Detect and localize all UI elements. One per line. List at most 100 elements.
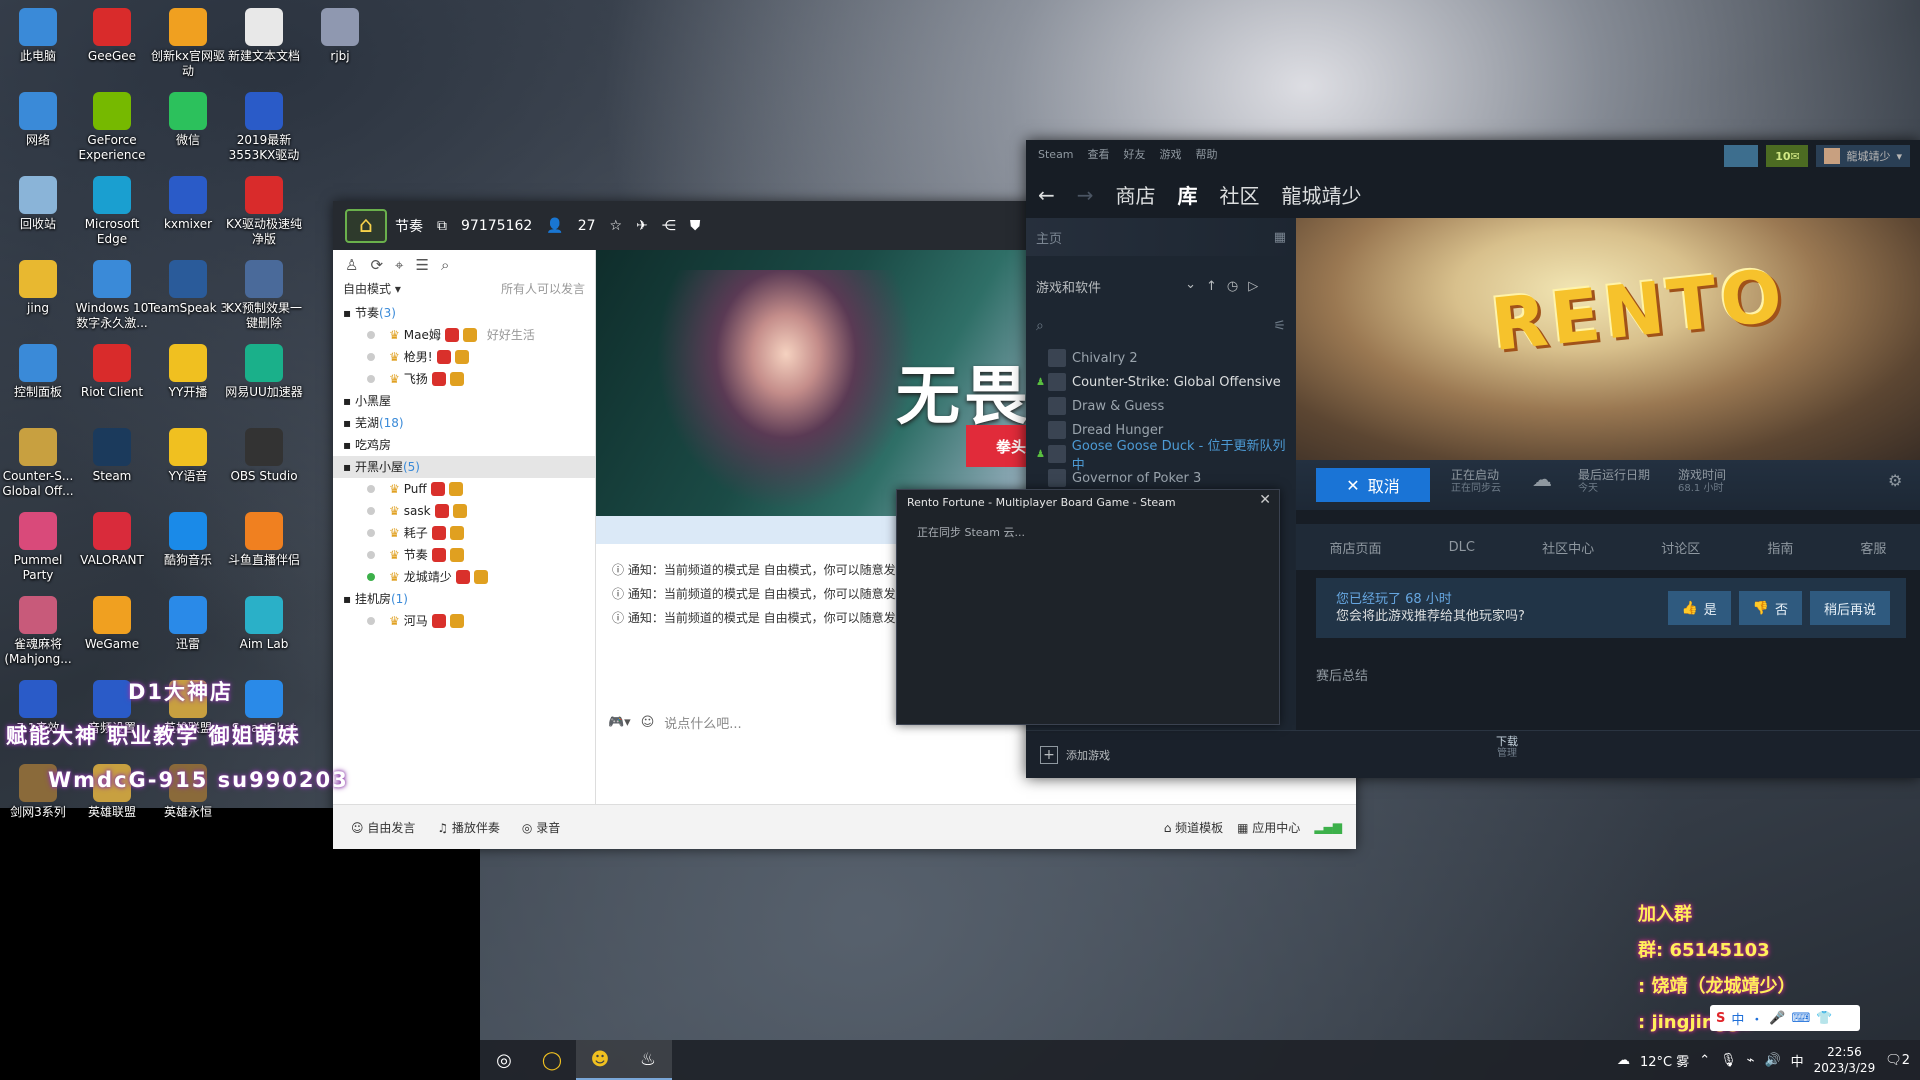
shield-icon[interactable]: ⛊	[690, 218, 701, 234]
steam-menu-item[interactable]: Steam	[1038, 148, 1074, 161]
star-icon[interactable]: ☆	[610, 218, 623, 234]
channel-user[interactable]: ♛ 节奏	[333, 544, 595, 566]
channel-user[interactable]: ♛ 耗子	[333, 522, 595, 544]
megaphone-icon[interactable]	[1724, 145, 1759, 167]
add-game-button[interactable]: 添加游戏	[1066, 747, 1110, 763]
desktop-icon[interactable]: kxmixer	[147, 176, 229, 232]
back-arrow-icon[interactable]: ←	[1038, 183, 1055, 207]
weather-icon[interactable]: ☁	[1617, 1053, 1630, 1068]
nav-store[interactable]: 商店	[1116, 180, 1156, 209]
desktop-icon[interactable]: 控制面板	[0, 344, 79, 400]
desktop-icon[interactable]: YY语音	[147, 428, 229, 484]
desktop-icon[interactable]: KX驱动极速纯净版	[223, 176, 305, 247]
yy-taskbar-icon[interactable]: ☻	[576, 1040, 624, 1080]
desktop-icon[interactable]: GeForce Experience	[71, 92, 153, 163]
library-game-item[interactable]: ♟ Counter-Strike: Global Offensive	[1026, 370, 1296, 394]
bottom-record-button[interactable]: ◎ 录音	[522, 819, 560, 836]
game-tab[interactable]: 商店页面	[1330, 538, 1382, 557]
library-search[interactable]: ⌕ ⚟	[1026, 310, 1296, 342]
desktop-icon[interactable]: 新建文本文档	[223, 8, 305, 64]
filter-icon[interactable]: ⚟	[1273, 318, 1286, 334]
downloads-button[interactable]: 下载 管理	[1496, 736, 1518, 760]
plane-icon[interactable]: ✈	[636, 218, 648, 234]
desktop-icon[interactable]: VALORANT	[71, 512, 153, 568]
user-icon[interactable]: ♙	[345, 256, 358, 274]
desktop-icon[interactable]: 创新kx官网驱动	[147, 8, 229, 79]
desktop-icon[interactable]: 雀魂麻将(Mahjong...	[0, 596, 79, 667]
desktop-icon[interactable]: 酷狗音乐	[147, 512, 229, 568]
desktop-icon[interactable]: jing	[0, 260, 79, 316]
desktop-icon[interactable]: Counter-S... Global Off...	[0, 428, 79, 499]
library-game-item[interactable]: ♟ Goose Goose Duck - 位于更新队列中	[1026, 439, 1296, 473]
share-icon[interactable]: ⋲	[662, 218, 676, 234]
channel-group[interactable]: ▪ 吃鸡房	[333, 434, 595, 456]
channel-group[interactable]: ▪ 开黑小屋(5)	[333, 456, 595, 478]
desktop-icon[interactable]: GeeGee	[71, 8, 153, 64]
channel-group[interactable]: ▪ 节奏(3)	[333, 302, 595, 324]
desktop-icon[interactable]: WeGame	[71, 596, 153, 652]
mic-icon[interactable]: 🎙	[1720, 1053, 1737, 1068]
bottom-smile-button[interactable]: ☺ 自由发言	[351, 819, 415, 836]
play-icon[interactable]: ▷	[1248, 279, 1258, 294]
game-tab[interactable]: 指南	[1767, 538, 1793, 557]
steam-taskbar-icon[interactable]: ♨	[624, 1040, 672, 1080]
notification-button[interactable]: 10 ✉	[1766, 145, 1809, 167]
weather[interactable]: 12°C 雾	[1640, 1051, 1689, 1070]
search-icon[interactable]: ⌕	[441, 256, 449, 274]
ime-toolbar[interactable]: S 中・ 🎤 ⌨ 👕	[1710, 1005, 1860, 1031]
clock[interactable]: 22:56 2023/3/29	[1814, 1044, 1876, 1076]
game-tab[interactable]: 客服	[1860, 538, 1886, 557]
sort-icon[interactable]: ↑	[1206, 279, 1217, 294]
recommend-yes-button[interactable]: 👍 是	[1667, 591, 1731, 625]
account-menu[interactable]: 龍城靖少 ▾	[1816, 145, 1910, 167]
network-icon[interactable]: ⌁	[1747, 1053, 1755, 1068]
close-icon[interactable]: ✕	[1259, 492, 1271, 508]
desktop-icon[interactable]: Microsoft Edge	[71, 176, 153, 247]
channel-user[interactable]: ♛ Mae姆 好好生活	[333, 324, 595, 346]
channel-user[interactable]: ♛ 河马	[333, 610, 595, 632]
game-tab[interactable]: DLC	[1449, 540, 1475, 555]
add-game-icon[interactable]: +	[1040, 745, 1058, 764]
home-icon[interactable]: ⌂	[345, 208, 387, 243]
nav-profile[interactable]: 龍城靖少	[1282, 180, 1362, 209]
bottom-right-button[interactable]: ▦ 应用中心	[1237, 819, 1300, 836]
desktop-icon[interactable]: Windows 10数字永久激...	[71, 260, 153, 331]
grid-icon[interactable]: ▦	[1274, 230, 1286, 245]
steam-menu-item[interactable]: 查看	[1088, 146, 1110, 162]
desktop-icon[interactable]: 2019最新3553KX驱动	[223, 92, 305, 163]
library-game-item[interactable]: Draw & Guess	[1026, 394, 1296, 418]
desktop-icon[interactable]: YY开播	[147, 344, 229, 400]
notification-center[interactable]: 🗨2	[1885, 1053, 1910, 1068]
ime-indicator[interactable]: 中	[1791, 1051, 1804, 1070]
recommend-later-button[interactable]: 稍后再说	[1809, 591, 1890, 625]
yy-live-taskbar-icon[interactable]: ◯	[528, 1040, 576, 1080]
obs-taskbar-icon[interactable]: ◎	[480, 1040, 528, 1080]
steam-menu-item[interactable]: 好友	[1124, 146, 1146, 162]
desktop-icon[interactable]: Riot Client	[71, 344, 153, 400]
chat-input[interactable]: 说点什么吧...	[664, 713, 741, 732]
gamepad-icon[interactable]: 🎮▾	[608, 715, 631, 730]
desktop-icon[interactable]: 微信	[147, 92, 229, 148]
desktop-icon[interactable]: TeamSpeak 3	[147, 260, 229, 316]
nav-library[interactable]: 库	[1178, 180, 1198, 209]
library-game-item[interactable]: Chivalry 2	[1026, 346, 1296, 370]
filter-select[interactable]: 游戏和软件 ⌄	[1036, 277, 1196, 296]
gear-icon[interactable]: ⚙	[1888, 473, 1902, 489]
desktop-icon[interactable]: 网络	[0, 92, 79, 148]
game-tab[interactable]: 讨论区	[1661, 538, 1700, 557]
desktop-icon[interactable]: Steam	[71, 428, 153, 484]
desktop-icon[interactable]: 此电脑	[0, 8, 79, 64]
bottom-music-button[interactable]: ♫ 播放伴奏	[437, 819, 500, 836]
recent-icon[interactable]: ⟳	[370, 256, 383, 274]
desktop-icon[interactable]: KX预制效果一键删除	[223, 260, 305, 331]
desktop-icon[interactable]: OBS Studio	[223, 428, 305, 484]
location-icon[interactable]: ⌖	[395, 256, 403, 274]
emoji-icon[interactable]: ☺	[641, 715, 655, 730]
chevron-up-icon[interactable]: ⌃	[1699, 1053, 1710, 1068]
channel-user[interactable]: ♛ Puff	[333, 478, 595, 500]
list-icon[interactable]: ☰	[415, 256, 428, 274]
volume-icon[interactable]: 🔊	[1764, 1053, 1780, 1068]
recommend-no-button[interactable]: 👎 否	[1738, 591, 1802, 625]
library-home[interactable]: 主页 ▦	[1026, 218, 1296, 256]
desktop-icon[interactable]: 斗鱼直播伴侣	[223, 512, 305, 568]
